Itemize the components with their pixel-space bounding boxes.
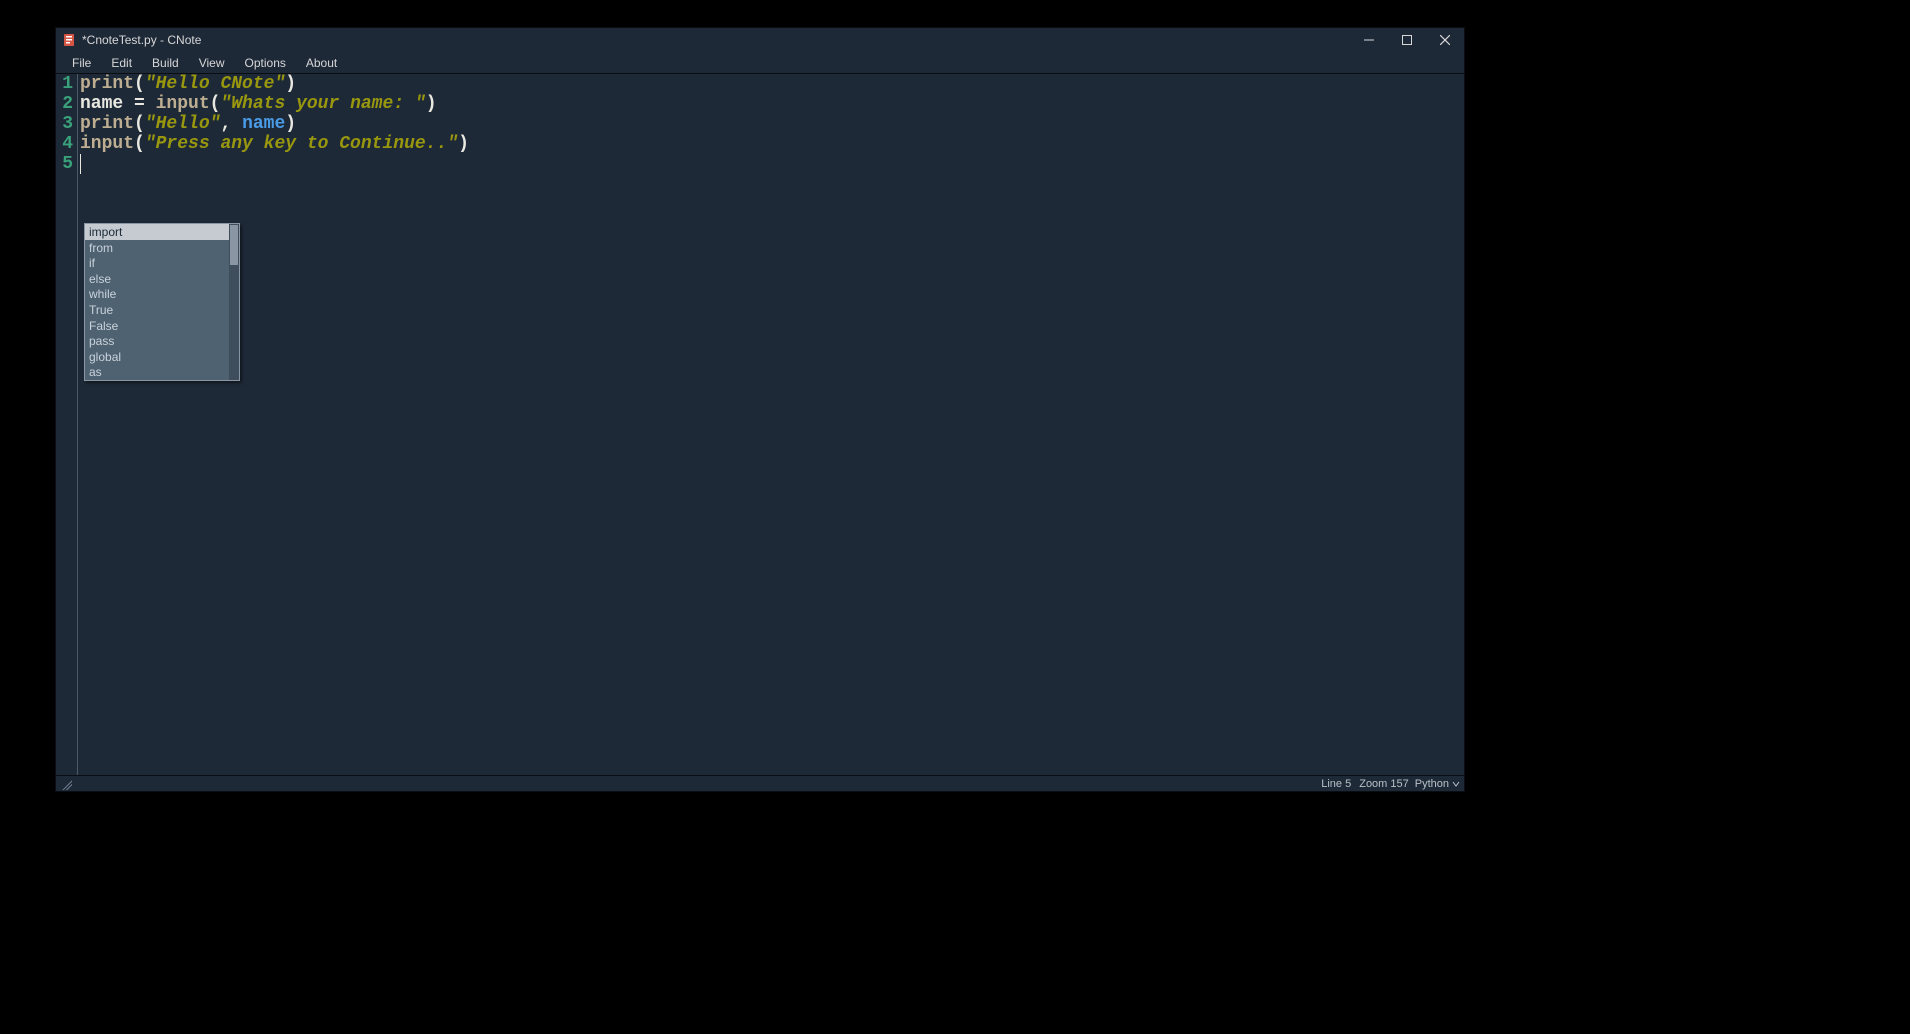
statusbar: Line 5 Zoom 157 Python [56,775,1464,791]
code-line[interactable]: print("Hello CNote") [80,74,1464,94]
close-button[interactable] [1426,28,1464,52]
autocomplete-scroll-thumb[interactable] [230,225,238,265]
menu-file[interactable]: File [62,54,101,72]
minimize-button[interactable] [1350,28,1388,52]
autocomplete-item[interactable]: while [85,286,239,302]
autocomplete-popup[interactable]: importfromifelsewhileTrueFalsepassglobal… [84,223,240,381]
autocomplete-item[interactable]: False [85,318,239,334]
line-number: 3 [56,114,77,134]
code-area[interactable]: print("Hello CNote")name = input("Whats … [78,74,1464,775]
code-line[interactable]: name = input("Whats your name: ") [80,94,1464,114]
line-number: 4 [56,134,77,154]
menu-view[interactable]: View [189,54,235,72]
menu-build[interactable]: Build [142,54,189,72]
window-controls [1350,28,1464,52]
menubar: File Edit Build View Options About [56,52,1464,74]
code-line[interactable]: print("Hello", name) [80,114,1464,134]
autocomplete-item[interactable]: pass [85,333,239,349]
chevron-down-icon [1452,780,1460,788]
maximize-button[interactable] [1388,28,1426,52]
window-title: *CnoteTest.py - CNote [82,33,201,47]
autocomplete-item[interactable]: global [85,349,239,365]
menu-about[interactable]: About [296,54,347,72]
autocomplete-item[interactable]: True [85,302,239,318]
line-number: 1 [56,74,77,94]
status-zoom: Zoom 157 [1351,778,1409,790]
editor[interactable]: 1 2 3 4 5 print("Hello CNote")name = inp… [56,74,1464,775]
menu-edit[interactable]: Edit [101,54,142,72]
status-line: Line 5 [1313,778,1351,790]
autocomplete-item[interactable]: from [85,240,239,256]
text-cursor [80,154,81,174]
menu-options[interactable]: Options [235,54,296,72]
language-selector[interactable]: Python [1409,778,1460,790]
gutter: 1 2 3 4 5 [56,74,78,775]
autocomplete-item[interactable]: as [85,364,239,380]
app-window: *CnoteTest.py - CNote File Edit Build Vi… [55,27,1465,792]
line-number: 5 [56,154,77,174]
code-line[interactable] [80,154,1464,174]
language-label: Python [1415,778,1449,790]
autocomplete-item[interactable]: else [85,271,239,287]
autocomplete-scrollbar[interactable] [229,224,239,380]
line-number: 2 [56,94,77,114]
autocomplete-item[interactable]: if [85,255,239,271]
code-line[interactable]: input("Press any key to Continue..") [80,134,1464,154]
titlebar: *CnoteTest.py - CNote [56,28,1464,52]
autocomplete-item[interactable]: import [85,224,239,240]
app-icon [62,33,76,47]
resize-grip-icon[interactable] [60,778,72,790]
